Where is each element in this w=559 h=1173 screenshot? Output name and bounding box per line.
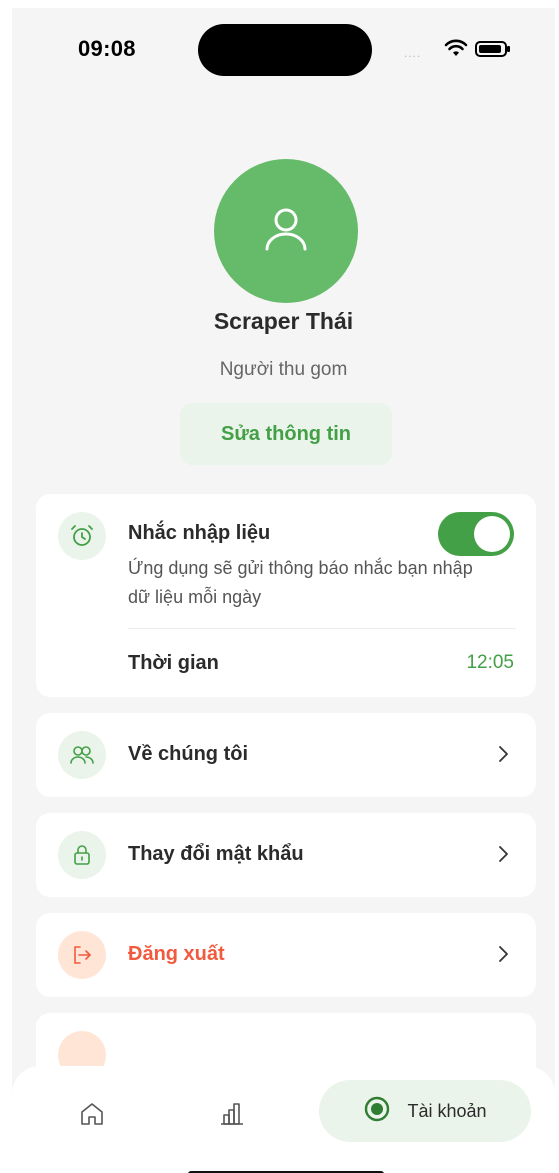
alarm-clock-icon	[58, 512, 106, 560]
wifi-icon	[444, 38, 468, 63]
menu-item-label: Về chúng tôi	[128, 743, 248, 765]
logout-icon	[58, 931, 106, 979]
reminder-title: Nhắc nhập liệu	[128, 522, 271, 544]
signal-icon: ....	[404, 46, 422, 60]
user-role: Người thu gom	[219, 359, 348, 380]
divider	[128, 628, 516, 629]
menu-item-logout[interactable]: Đăng xuất	[36, 913, 536, 997]
reminder-time-label: Thời gian	[128, 652, 219, 674]
reminder-time-value[interactable]: 12:05	[466, 652, 514, 674]
nav-account[interactable]: Tài khoản	[319, 1080, 531, 1142]
nav-account-label: Tài khoản	[407, 1100, 487, 1121]
nav-home[interactable]	[68, 1092, 116, 1140]
user-icon	[262, 205, 310, 258]
users-icon	[58, 731, 106, 779]
reminder-description: Ứng dụng sẽ gửi thông báo nhắc bạn nhập …	[128, 558, 473, 607]
bottom-nav: Tài khoản	[12, 1066, 555, 1173]
account-circle-icon	[363, 1095, 391, 1128]
account-screen: 09:08 .... Scraper Thái Người thu gom Sử…	[0, 0, 559, 1173]
battery-icon	[475, 41, 510, 57]
edit-profile-button[interactable]: Sửa thông tin	[180, 403, 392, 465]
menu-item-label: Đăng xuất	[128, 943, 225, 965]
menu-item-label: Thay đổi mật khẩu	[128, 843, 304, 865]
chevron-right-icon	[492, 943, 514, 970]
user-name: Scraper Thái	[213, 308, 354, 334]
home-icon	[79, 1101, 105, 1132]
dynamic-island	[198, 24, 372, 76]
bar-chart-icon	[219, 1101, 245, 1132]
status-bar: 09:08 ....	[12, 8, 555, 78]
status-time: 09:08	[78, 36, 136, 61]
toggle-knob	[474, 516, 510, 552]
menu-item-partial[interactable]	[36, 1013, 536, 1079]
menu-item-change-password[interactable]: Thay đổi mật khẩu	[36, 813, 536, 897]
avatar[interactable]	[214, 159, 358, 303]
menu-item-about[interactable]: Về chúng tôi	[36, 713, 536, 797]
chevron-right-icon	[492, 843, 514, 870]
reminder-card: Nhắc nhập liệu Ứng dụng sẽ gửi thông báo…	[36, 494, 536, 697]
chevron-right-icon	[492, 743, 514, 770]
nav-stats[interactable]	[208, 1092, 256, 1140]
lock-icon	[58, 831, 106, 879]
reminder-toggle[interactable]	[438, 512, 514, 556]
